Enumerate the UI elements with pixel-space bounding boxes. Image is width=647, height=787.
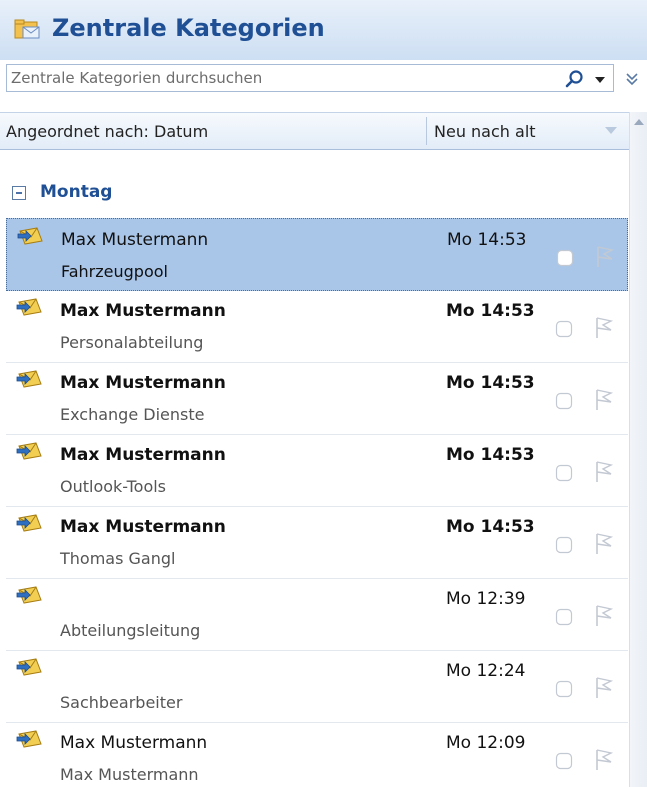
category-checkbox-icon[interactable] xyxy=(555,392,573,410)
message-received-time: Mo 14:53 xyxy=(447,230,527,250)
message-subject: Abteilungsleitung xyxy=(60,621,201,640)
message-received-time: Mo 12:24 xyxy=(446,661,526,681)
follow-up-flag-icon[interactable] xyxy=(592,458,614,484)
folder-header: Zentrale Kategorien xyxy=(0,0,647,60)
message-list: Max Mustermann Mo 14:53 Fahrzeugpool Max… xyxy=(0,218,629,787)
message-item[interactable]: Mo 12:24 Sachbearbeiter xyxy=(6,650,628,723)
arrange-divider xyxy=(426,117,427,145)
arrange-bar[interactable]: Angeordnet nach: Datum Neu nach alt xyxy=(0,112,629,150)
message-received-time: Mo 14:53 xyxy=(446,445,535,465)
folder-title: Zentrale Kategorien xyxy=(52,14,325,42)
message-item[interactable]: Max Mustermann Mo 14:53 Personalabteilun… xyxy=(6,290,628,363)
message-received-time: Mo 14:53 xyxy=(446,517,535,537)
folder-envelope-icon xyxy=(14,19,40,39)
category-checkbox-icon[interactable] xyxy=(555,752,573,770)
category-checkbox-icon[interactable] xyxy=(555,608,573,626)
message-sender: Max Mustermann xyxy=(60,373,226,393)
arrange-by-label[interactable]: Angeordnet nach: Datum xyxy=(6,122,208,141)
message-sender: Max Mustermann xyxy=(61,230,209,250)
message-item[interactable]: Mo 12:39 Abteilungsleitung xyxy=(6,578,628,651)
search-box xyxy=(6,64,614,92)
message-received-time: Mo 14:53 xyxy=(446,301,535,321)
message-sender: Max Mustermann xyxy=(60,445,226,465)
follow-up-flag-icon[interactable] xyxy=(592,746,614,772)
message-subject: Thomas Gangl xyxy=(60,549,176,568)
follow-up-flag-icon[interactable] xyxy=(592,386,614,412)
expand-query-icon[interactable] xyxy=(622,68,642,90)
message-sender: Max Mustermann xyxy=(60,733,208,753)
envelope-arrow-icon xyxy=(17,227,43,245)
follow-up-flag-icon[interactable] xyxy=(592,314,614,340)
follow-up-flag-icon[interactable] xyxy=(592,674,614,700)
category-checkbox-icon[interactable] xyxy=(555,536,573,554)
message-subject: Personalabteilung xyxy=(60,333,204,352)
message-subject: Max Mustermann xyxy=(60,765,199,784)
message-sender: Max Mustermann xyxy=(60,301,226,321)
message-subject: Sachbearbeiter xyxy=(60,693,183,712)
follow-up-flag-icon[interactable] xyxy=(592,530,614,556)
message-received-time: Mo 12:09 xyxy=(446,733,526,753)
message-sender: Max Mustermann xyxy=(60,517,226,537)
follow-up-flag-icon[interactable] xyxy=(592,602,614,628)
envelope-arrow-icon xyxy=(16,730,42,748)
category-checkbox-icon[interactable] xyxy=(556,249,574,267)
outlook-folder-pane: Zentrale Kategorien Angeordnet nach: Dat… xyxy=(0,0,647,787)
scroll-up-arrow-icon[interactable] xyxy=(633,118,645,126)
search-icon[interactable] xyxy=(563,68,587,90)
vertical-scrollbar[interactable] xyxy=(629,112,647,787)
message-item[interactable]: Max Mustermann Mo 12:09 Max Mustermann xyxy=(6,722,628,787)
collapse-group-icon[interactable] xyxy=(12,186,26,200)
message-received-time: Mo 14:53 xyxy=(446,373,535,393)
envelope-arrow-icon xyxy=(16,298,42,316)
search-input[interactable] xyxy=(7,65,547,91)
envelope-arrow-icon xyxy=(16,442,42,460)
message-subject: Outlook-Tools xyxy=(60,477,167,496)
message-received-time: Mo 12:39 xyxy=(446,589,526,609)
envelope-arrow-icon xyxy=(16,370,42,388)
envelope-arrow-icon xyxy=(16,514,42,532)
follow-up-flag-icon[interactable] xyxy=(593,243,615,269)
group-header-monday[interactable]: Montag xyxy=(12,182,312,208)
sort-arrow-icon[interactable] xyxy=(604,126,618,136)
message-item[interactable]: Max Mustermann Mo 14:53 Exchange Dienste xyxy=(6,362,628,435)
category-checkbox-icon[interactable] xyxy=(555,680,573,698)
message-item[interactable]: Max Mustermann Mo 14:53 Fahrzeugpool xyxy=(6,218,628,291)
chevron-down-icon[interactable] xyxy=(591,68,609,90)
envelope-arrow-icon xyxy=(16,586,42,604)
category-checkbox-icon[interactable] xyxy=(555,464,573,482)
message-item[interactable]: Max Mustermann Mo 14:53 Outlook-Tools xyxy=(6,434,628,507)
envelope-arrow-icon xyxy=(16,658,42,676)
message-subject: Fahrzeugpool xyxy=(61,262,168,281)
message-subject: Exchange Dienste xyxy=(60,405,205,424)
sort-order-label[interactable]: Neu nach alt xyxy=(434,122,536,141)
category-checkbox-icon[interactable] xyxy=(555,320,573,338)
group-label: Montag xyxy=(40,182,113,202)
message-item[interactable]: Max Mustermann Mo 14:53 Thomas Gangl xyxy=(6,506,628,579)
